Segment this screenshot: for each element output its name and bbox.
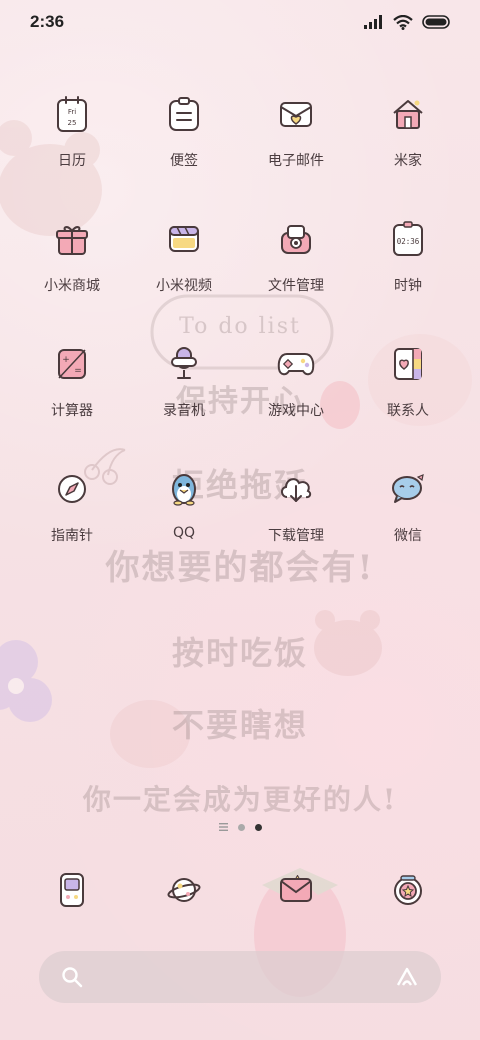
app-download-manager[interactable]: 下载管理 [240,465,352,590]
app-label: 便签 [170,153,198,169]
messages-icon[interactable] [272,866,320,914]
search-bar[interactable] [39,951,441,1003]
menu-lines-icon [218,823,228,831]
app-grid: Fri 25 日历 便签 电子邮件 米家 小米商城 小米视频 文件管理 02:3… [16,90,464,590]
status-time: 2:36 [30,12,65,31]
camera-icon[interactable] [384,866,432,914]
compass-icon [48,465,96,513]
wallpaper-text-4: 按时吃饭 [171,634,308,672]
wallpaper-text-5: 不要瞎想 [171,706,308,744]
app-label: 计算器 [51,403,93,419]
app-notes[interactable]: 便签 [128,90,240,215]
assistant-icon[interactable] [395,966,419,988]
svg-text:+: + [62,355,70,365]
app-mijia[interactable]: 米家 [352,90,464,215]
app-mi-video[interactable]: 小米视频 [128,215,240,340]
app-label: 时钟 [394,278,422,294]
gamepad-icon [272,340,320,388]
notes-icon [160,90,208,138]
mail-icon [272,90,320,138]
app-label: 游戏中心 [268,403,324,419]
planet-icon[interactable] [160,866,208,914]
svg-text:=: = [74,366,82,376]
app-label: 日历 [58,153,86,169]
app-mail[interactable]: 电子邮件 [240,90,352,215]
gift-icon [48,215,96,263]
app-file-manager[interactable]: 文件管理 [240,215,352,340]
app-label: 指南针 [51,528,93,544]
svg-text:02:36: 02:36 [397,237,420,246]
video-icon [160,215,208,263]
wifi-icon [393,14,413,30]
svg-text:Fri: Fri [68,108,76,116]
qq-icon [160,465,208,513]
home-icon [384,90,432,138]
app-clock[interactable]: 02:36 时钟 [352,215,464,340]
svg-text:25: 25 [68,119,77,127]
app-qq[interactable]: QQ [128,465,240,590]
app-calendar[interactable]: Fri 25 日历 [16,90,128,215]
download-icon [272,465,320,513]
page-dot[interactable] [237,823,245,831]
folder-icon [272,215,320,263]
app-label: QQ [172,525,196,541]
calculator-icon: + = [48,340,96,388]
search-icon[interactable] [61,966,83,988]
app-wechat[interactable]: 微信 [352,465,464,590]
app-contacts[interactable]: 联系人 [352,340,464,465]
app-label: 电子邮件 [268,153,324,169]
dock [16,866,464,914]
app-label: 联系人 [387,403,429,419]
app-game-center[interactable]: 游戏中心 [240,340,352,465]
page-indicator[interactable] [0,823,480,831]
app-label: 小米商城 [44,278,100,294]
app-compass[interactable]: 指南针 [16,465,128,590]
app-label: 微信 [394,528,422,544]
app-label: 下载管理 [268,528,324,544]
app-mi-store[interactable]: 小米商城 [16,215,128,340]
page-dot-active[interactable] [254,823,262,831]
app-label: 米家 [394,153,422,169]
calendar-icon: Fri 25 [48,90,96,138]
recorder-icon [160,340,208,388]
wechat-icon [384,465,432,513]
contacts-icon [384,340,432,388]
phone-icon[interactable] [48,866,96,914]
app-calculator[interactable]: + = 计算器 [16,340,128,465]
app-label: 文件管理 [268,278,324,294]
clock-icon: 02:36 [384,215,432,263]
wallpaper-text-6: 你一定会成为更好的人! [82,783,398,816]
battery-icon [422,15,450,29]
app-label: 录音机 [163,403,205,419]
signal-icon [364,15,382,29]
app-recorder[interactable]: 录音机 [128,340,240,465]
status-icons [364,14,452,30]
status-bar: 2:36 [0,0,480,44]
app-label: 小米视频 [156,278,212,294]
